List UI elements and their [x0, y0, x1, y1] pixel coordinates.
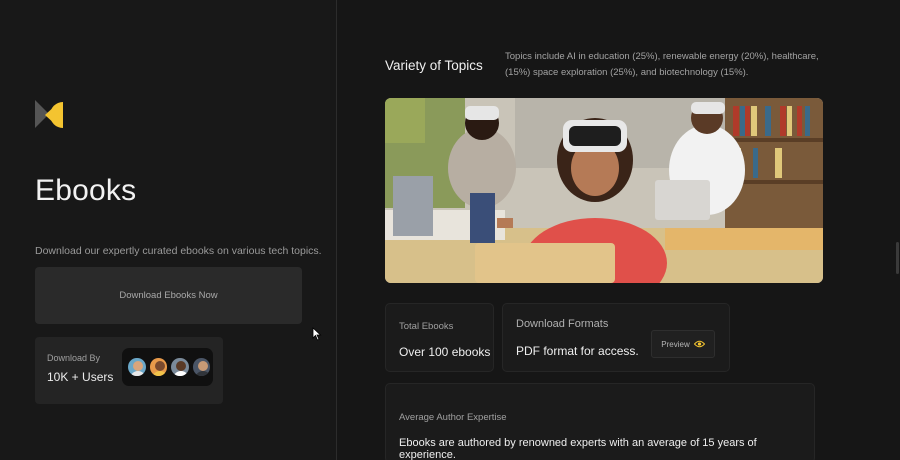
- users-card: Download By 10K + Users: [35, 337, 223, 404]
- download-formats-value: PDF format for access.: [516, 344, 639, 358]
- tagline: Download our expertly curated ebooks on …: [35, 245, 322, 257]
- author-expertise-value: Ebooks are authored by renowned experts …: [399, 437, 757, 460]
- mouse-cursor-icon: [312, 327, 322, 341]
- total-ebooks-label: Total Ebooks: [399, 321, 454, 332]
- scrollbar-thumb[interactable]: [896, 242, 899, 274]
- eye-icon: [693, 340, 705, 348]
- users-count: 10K + Users: [47, 370, 114, 384]
- download-formats-card: Download Formats PDF format for access. …: [502, 303, 730, 372]
- vr-classroom-photo-icon: [385, 98, 823, 283]
- author-expertise-card: Average Author Expertise Ebooks are auth…: [385, 383, 815, 460]
- logo-icon: [35, 100, 63, 128]
- hero-image: [385, 98, 823, 283]
- avatar: [127, 357, 147, 377]
- preview-button[interactable]: Preview: [651, 330, 715, 358]
- sidebar-panel: Ebooks Download our expertly curated ebo…: [0, 0, 337, 460]
- page-title: Ebooks: [35, 174, 137, 207]
- avatar-group: [122, 348, 213, 386]
- topics-heading: Variety of Topics: [385, 58, 483, 73]
- total-ebooks-value: Over 100 ebooks: [399, 345, 491, 359]
- users-label: Download By: [47, 353, 101, 363]
- author-expertise-label: Average Author Expertise: [399, 412, 507, 423]
- avatar: [148, 357, 168, 377]
- main-content: Variety of Topics Topics include AI in e…: [338, 0, 900, 460]
- topics-description: Topics include AI in education (25%), re…: [505, 51, 819, 78]
- preview-label: Preview: [661, 339, 690, 349]
- total-ebooks-card: Total Ebooks Over 100 ebooks: [385, 303, 494, 372]
- avatar: [191, 357, 211, 377]
- download-ebooks-button[interactable]: Download Ebooks Now: [35, 267, 302, 324]
- avatar: [170, 357, 190, 377]
- download-formats-label: Download Formats: [516, 318, 609, 330]
